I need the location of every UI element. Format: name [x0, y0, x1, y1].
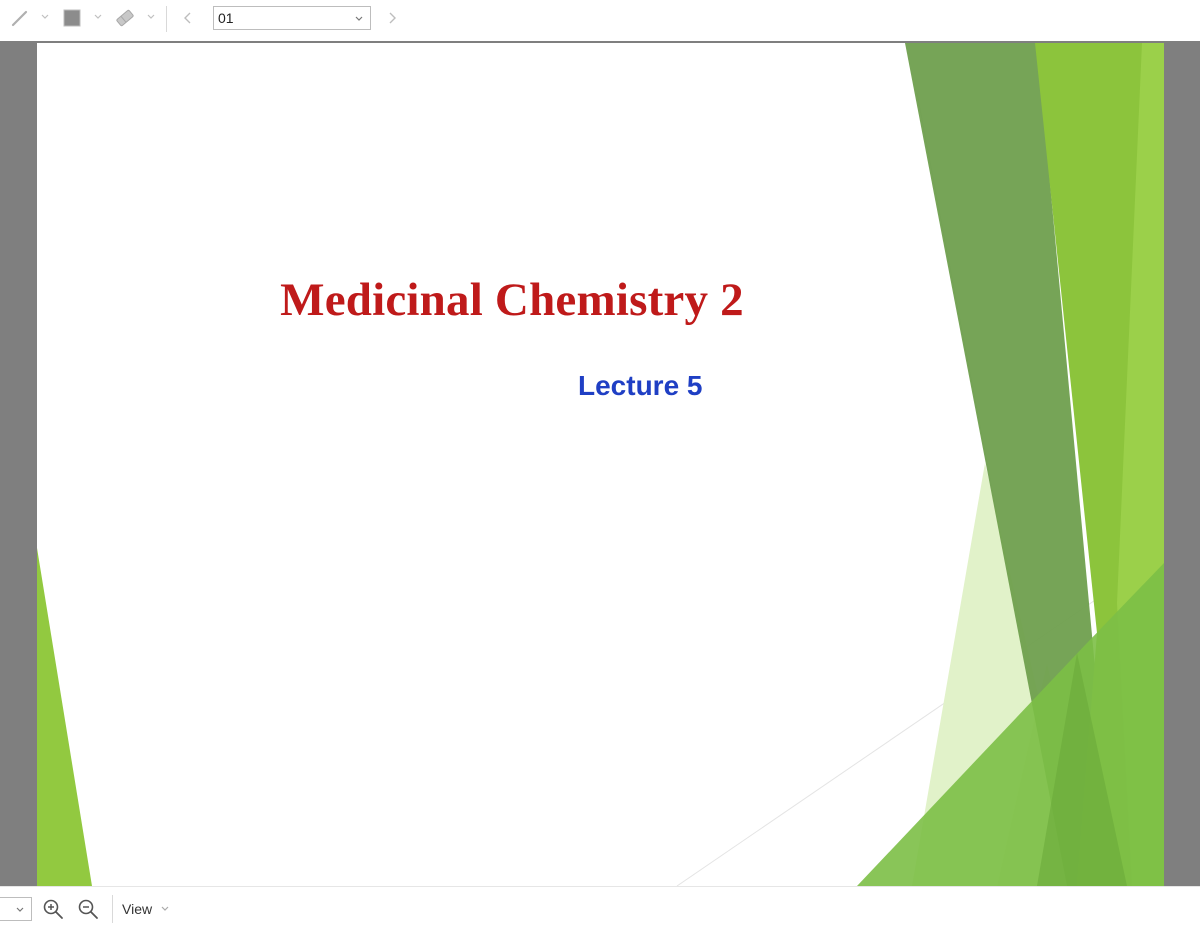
top-toolbar: 01 — [0, 0, 1200, 38]
document-canvas[interactable]: Medicinal Chemistry 2 Lecture 5 — [0, 41, 1200, 886]
slide-title: Medicinal Chemistry 2 — [280, 274, 744, 326]
document-viewer: 01 Medicinal Chemistry 2 Lecture 5 View — [0, 0, 1200, 927]
slide-page: Medicinal Chemistry 2 Lecture 5 — [37, 43, 1164, 886]
chevron-down-icon[interactable] — [93, 12, 103, 22]
zoom-in-icon — [43, 899, 63, 919]
chevron-right-icon — [389, 12, 396, 24]
eraser-icon — [116, 9, 134, 27]
pen-tool-button[interactable] — [6, 6, 34, 30]
bottom-toolbar: View — [0, 886, 1200, 927]
zoom-in-button[interactable] — [41, 897, 65, 921]
previous-page-button[interactable] — [178, 6, 198, 30]
view-menu-label: View — [122, 901, 153, 917]
chevron-down-icon[interactable] — [40, 12, 50, 22]
zoom-level-select[interactable] — [0, 897, 32, 921]
zoom-out-icon — [78, 899, 98, 919]
chevron-down-icon — [16, 907, 24, 912]
eraser-button[interactable] — [111, 6, 139, 30]
view-menu[interactable]: View — [122, 901, 170, 917]
chevron-down-icon — [355, 16, 363, 21]
pen-icon — [11, 10, 28, 27]
next-page-button[interactable] — [382, 6, 402, 30]
chevron-down-icon[interactable] — [146, 12, 156, 22]
chevron-down-icon — [161, 906, 169, 911]
page-select-value: 01 — [218, 10, 234, 26]
fill-color-icon — [63, 9, 81, 27]
chevron-left-icon — [184, 12, 191, 24]
slide-decoration — [37, 43, 1164, 886]
page-select[interactable]: 01 — [213, 6, 371, 30]
zoom-out-button[interactable] — [76, 897, 100, 921]
toolbar-divider — [112, 895, 113, 923]
toolbar-divider — [166, 6, 167, 32]
slide-subtitle: Lecture 5 — [578, 370, 703, 401]
fill-color-button[interactable] — [58, 6, 86, 30]
